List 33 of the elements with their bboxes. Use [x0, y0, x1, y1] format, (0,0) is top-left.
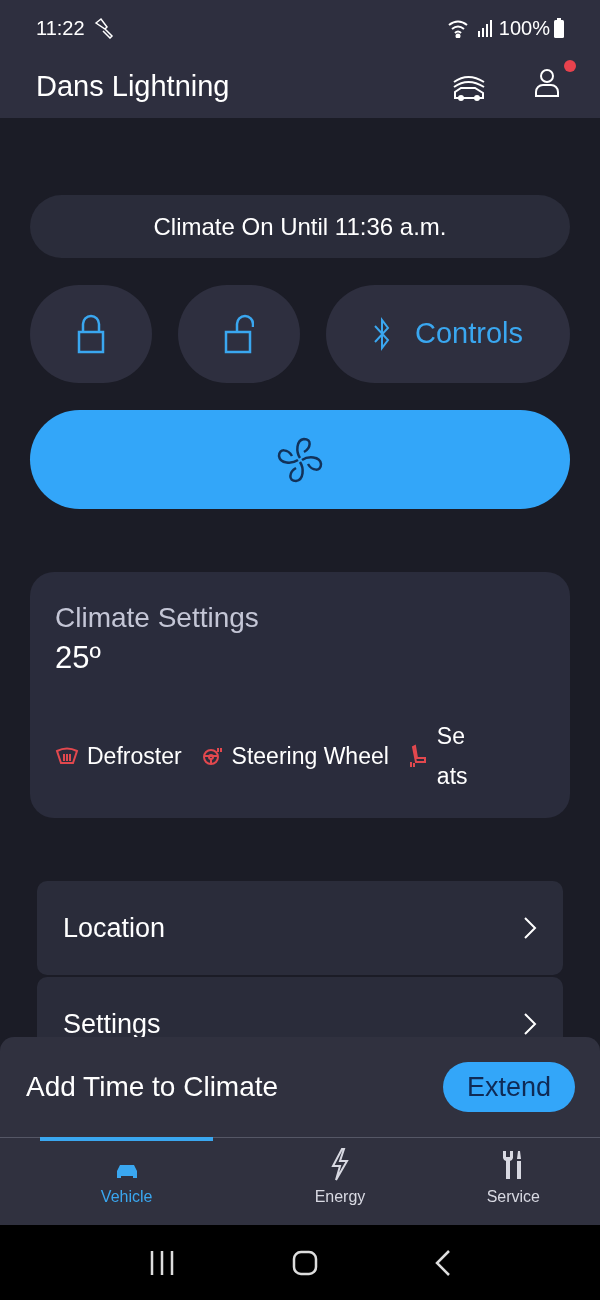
bluetooth-icon: [373, 317, 391, 351]
tab[interactable]: Energy: [253, 1137, 427, 1225]
feature-label: Steering Wheel: [231, 742, 389, 771]
signal-icon: [476, 18, 495, 37]
steering-wheel-icon: [201, 746, 224, 766]
heated-seat-icon: [408, 744, 429, 768]
chevron-right-icon: [523, 1012, 537, 1036]
climate-settings-card[interactable]: Climate Settings 25º Defroster Steering Wheel Seats: [30, 572, 570, 818]
recents-icon[interactable]: [148, 1249, 175, 1276]
unlock-icon: [224, 314, 254, 354]
battery-percent: 100%: [498, 15, 550, 41]
extend-button[interactable]: Extend: [442, 1062, 575, 1112]
status-time: 11:22: [36, 15, 85, 41]
lightning-icon: [330, 1147, 350, 1181]
card-title: Climate Settings: [55, 601, 260, 635]
defroster-icon: [55, 747, 79, 765]
battery-icon: [554, 17, 564, 38]
person-icon: [534, 68, 560, 98]
climate-status-banner: Climate On Until 11:36 a.m.: [30, 195, 570, 258]
feature-label: Defroster: [87, 742, 182, 771]
tab[interactable]: Service: [426, 1137, 600, 1225]
chevron-right-icon: [523, 916, 537, 940]
vehicle-name: Dans Lightning: [36, 68, 230, 104]
account-button[interactable]: [534, 68, 560, 98]
controls-button[interactable]: Controls: [326, 285, 570, 383]
lock-icon: [76, 314, 106, 354]
home-icon[interactable]: [292, 1249, 318, 1276]
feature-label: Seats: [436, 722, 469, 791]
back-icon[interactable]: [435, 1249, 452, 1276]
flashlight-icon: [92, 16, 115, 39]
menu-row[interactable]: Location: [37, 881, 563, 975]
sheet-text: Add Time to Climate: [26, 1070, 279, 1104]
temperature: 25º: [55, 639, 102, 677]
